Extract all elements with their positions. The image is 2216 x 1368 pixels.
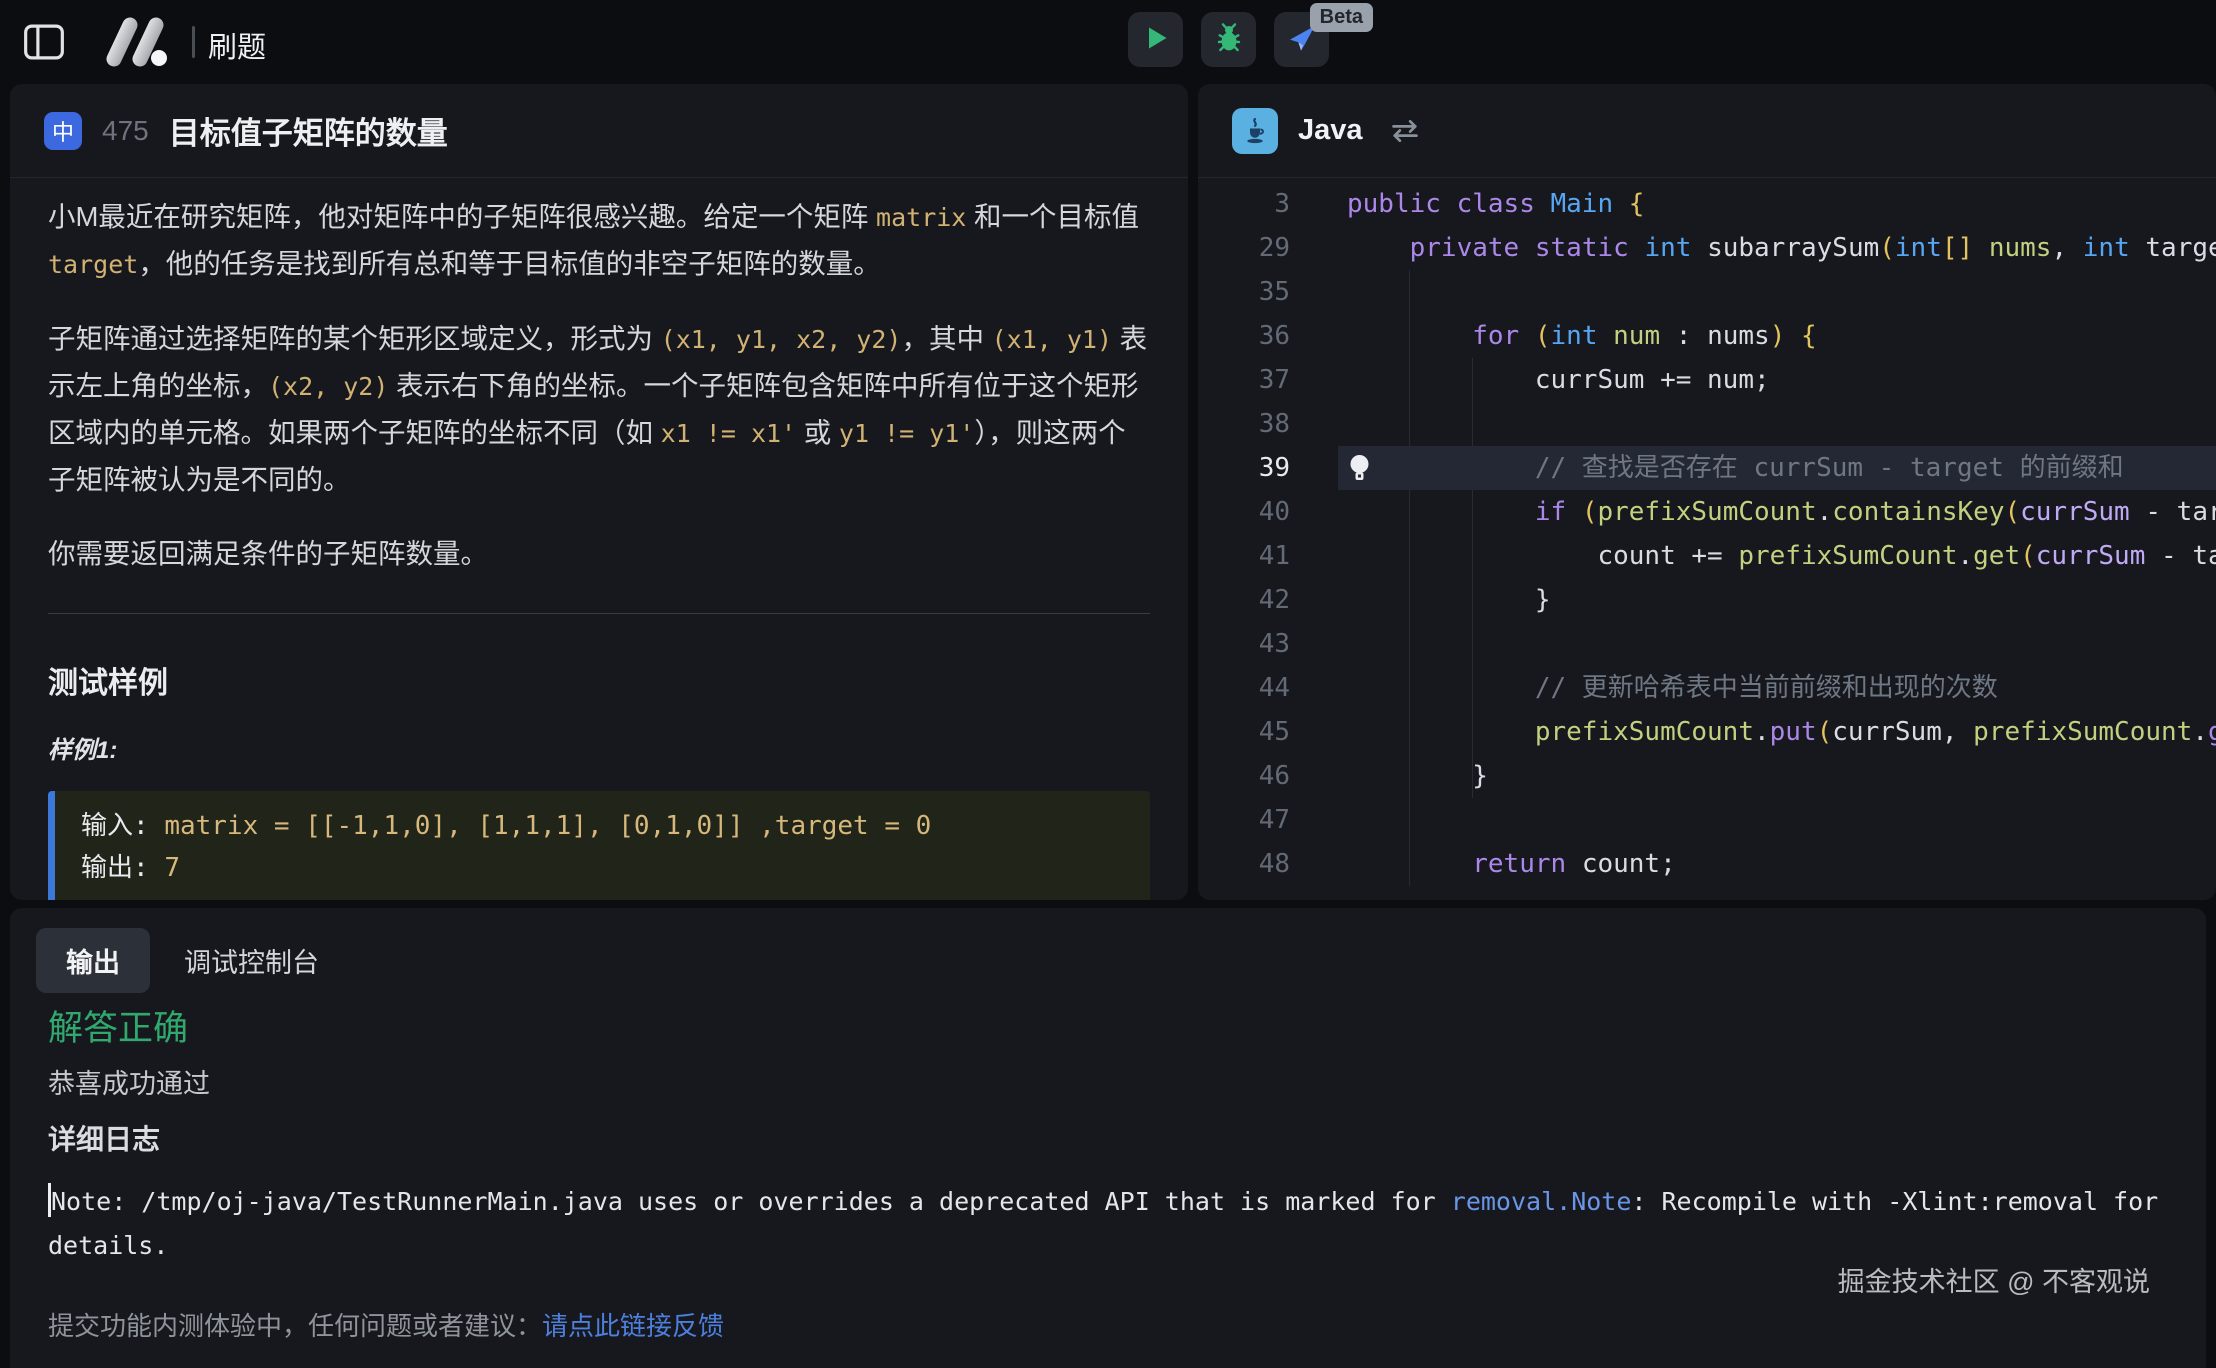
submit-button[interactable]: Beta bbox=[1274, 12, 1329, 67]
language-label: Java bbox=[1298, 114, 1363, 147]
java-language-icon bbox=[1232, 108, 1278, 154]
line-number: 43 bbox=[1198, 622, 1290, 666]
result-message: 恭喜成功通过 bbox=[48, 1062, 210, 1101]
app-title: 刷题 bbox=[208, 24, 266, 66]
code-text: count += prefixSumCount.get(currSum - ta… bbox=[1347, 534, 2216, 578]
problem-header: 中 475 目标值子矩阵的数量 bbox=[10, 84, 1188, 178]
example-code-block: 输入: matrix = [[-1,1,0], [1,1,1], [0,1,0]… bbox=[48, 791, 1150, 900]
problem-paragraph: 你需要返回满足条件的子矩阵数量。 bbox=[48, 531, 1150, 577]
result-status: 解答正确 bbox=[48, 1000, 188, 1051]
editor-header: Java bbox=[1198, 84, 2216, 178]
code-text: // 查找是否存在 currSum - target 的前缀和 bbox=[1347, 446, 2124, 490]
log-link[interactable]: removal.Note bbox=[1451, 1187, 1632, 1216]
input-value: matrix = [[-1,1,0], [1,1,1], [0,1,0]] ,t… bbox=[164, 811, 931, 841]
code-line[interactable]: 39 // 查找是否存在 currSum - target 的前缀和 bbox=[1198, 446, 2216, 490]
code-text: // 更新哈希表中当前前缀和出现的次数 bbox=[1347, 666, 1998, 710]
code-line[interactable]: 44 // 更新哈希表中当前前缀和出现的次数 bbox=[1198, 666, 2216, 710]
debug-button[interactable] bbox=[1201, 12, 1256, 67]
sidebar-toggle-icon[interactable] bbox=[22, 20, 66, 64]
line-number: 3 bbox=[1198, 182, 1290, 226]
code-line[interactable]: 48 return count; bbox=[1198, 842, 2216, 886]
line-number: 41 bbox=[1198, 534, 1290, 578]
log-area[interactable]: Note: /tmp/oj-java/TestRunnerMain.java u… bbox=[48, 1180, 2168, 1268]
code-line[interactable]: 45 prefixSumCount.put(currSum, prefixSum… bbox=[1198, 710, 2216, 754]
problem-paragraph: 子矩阵通过选择矩阵的某个矩形区域定义，形式为 (x1, y1, x2, y2)，… bbox=[48, 316, 1150, 503]
lightbulb-icon[interactable] bbox=[1348, 453, 1371, 498]
problem-title: 目标值子矩阵的数量 bbox=[169, 108, 448, 153]
line-number: 37 bbox=[1198, 358, 1290, 402]
input-label: 输入: bbox=[81, 811, 164, 841]
beta-badge: Beta bbox=[1310, 3, 1373, 32]
code-line[interactable]: 37 currSum += num; bbox=[1198, 358, 2216, 402]
output-label: 输出: bbox=[81, 853, 164, 883]
code-text: currSum += num; bbox=[1347, 358, 1770, 402]
feedback-text: 提交功能内测体验中，任何问题或者建议： bbox=[48, 1311, 542, 1341]
code-line[interactable]: 36 for (int num : nums) { bbox=[1198, 314, 2216, 358]
log-text: Note: /tmp/oj-java/TestRunnerMain.java u… bbox=[48, 1187, 2158, 1260]
output-value: 7 bbox=[164, 853, 180, 883]
line-number: 47 bbox=[1198, 798, 1290, 842]
line-number: 38 bbox=[1198, 402, 1290, 446]
problem-description[interactable]: 小M最近在研究矩阵，他对矩阵中的子矩阵很感兴趣。给定一个矩阵 matrix 和一… bbox=[10, 178, 1188, 900]
line-number: 29 bbox=[1198, 226, 1290, 270]
feedback-link[interactable]: 请点此链接反馈 bbox=[542, 1311, 724, 1341]
difficulty-badge: 中 bbox=[44, 112, 82, 150]
line-number: 40 bbox=[1198, 490, 1290, 534]
topbar-actions: Beta bbox=[1128, 12, 1329, 67]
code-text: return count; bbox=[1347, 842, 1676, 886]
code-text: } bbox=[1347, 578, 1551, 622]
code-text: } bbox=[1347, 754, 1488, 798]
tab-debug-console[interactable]: 调试控制台 bbox=[166, 928, 337, 993]
switch-language-icon[interactable] bbox=[1389, 118, 1421, 144]
code-text: if (prefixSumCount.containsKey(currSum -… bbox=[1347, 490, 2216, 534]
tab-output[interactable]: 输出 bbox=[36, 928, 150, 993]
editor-panel: Java 3public class Main {29 private stat… bbox=[1198, 84, 2216, 900]
line-number: 35 bbox=[1198, 270, 1290, 314]
section-divider bbox=[48, 613, 1150, 614]
code-line[interactable]: 43 bbox=[1198, 622, 2216, 666]
line-number: 39 bbox=[1198, 446, 1290, 490]
app-logo-icon[interactable] bbox=[100, 16, 176, 73]
logo-divider bbox=[192, 26, 195, 58]
code-editor[interactable]: 3public class Main {29 private static in… bbox=[1198, 178, 2216, 894]
example-label: 样例1: bbox=[48, 730, 1150, 765]
line-number: 42 bbox=[1198, 578, 1290, 622]
run-button[interactable] bbox=[1128, 12, 1183, 67]
play-icon bbox=[1142, 24, 1170, 55]
log-section-title: 详细日志 bbox=[48, 1118, 160, 1158]
line-number: 36 bbox=[1198, 314, 1290, 358]
editor-lines: 3public class Main {29 private static in… bbox=[1198, 182, 2216, 886]
code-line[interactable]: 46 } bbox=[1198, 754, 2216, 798]
code-text: prefixSumCount.put(currSum, prefixSumCou… bbox=[1347, 710, 2216, 754]
code-line[interactable]: 29 private static int subarraySum(int[] … bbox=[1198, 226, 2216, 270]
code-text: public class Main { bbox=[1347, 182, 1644, 226]
line-number: 48 bbox=[1198, 842, 1290, 886]
code-text: for (int num : nums) { bbox=[1347, 314, 1817, 358]
console-tabs: 输出 调试控制台 bbox=[36, 928, 337, 993]
code-line[interactable]: 3 public class Main { bbox=[1198, 182, 2216, 226]
example-output-line: 输出: 7 bbox=[81, 847, 1124, 889]
code-line[interactable]: 42 } bbox=[1198, 578, 2216, 622]
examples-section-title: 测试样例 bbox=[48, 658, 1150, 702]
problem-paragraph: 小M最近在研究矩阵，他对矩阵中的子矩阵很感兴趣。给定一个矩阵 matrix 和一… bbox=[48, 194, 1150, 288]
code-line[interactable]: 41 count += prefixSumCount.get(currSum -… bbox=[1198, 534, 2216, 578]
code-text: private static int subarraySum(int[] num… bbox=[1347, 226, 2216, 270]
console-panel: 输出 调试控制台 解答正确 恭喜成功通过 详细日志 Note: /tmp/oj-… bbox=[10, 908, 2206, 1368]
bug-icon bbox=[1213, 22, 1245, 57]
line-number: 44 bbox=[1198, 666, 1290, 710]
line-number: 45 bbox=[1198, 710, 1290, 754]
topbar: 刷题 Beta bbox=[0, 0, 2216, 84]
problem-panel: 中 475 目标值子矩阵的数量 小M最近在研究矩阵，他对矩阵中的子矩阵很感兴趣。… bbox=[10, 84, 1188, 900]
community-watermark: 掘金技术社区 @ 不客观说 bbox=[1838, 1260, 2150, 1299]
code-line[interactable]: 35 bbox=[1198, 270, 2216, 314]
code-line[interactable]: 38 bbox=[1198, 402, 2216, 446]
line-number: 46 bbox=[1198, 754, 1290, 798]
problem-id: 475 bbox=[102, 115, 149, 147]
example-input-line: 输入: matrix = [[-1,1,0], [1,1,1], [0,1,0]… bbox=[81, 805, 1124, 847]
feedback-note: 提交功能内测体验中，任何问题或者建议：请点此链接反馈 bbox=[48, 1306, 724, 1343]
problem-paragraphs: 小M最近在研究矩阵，他对矩阵中的子矩阵很感兴趣。给定一个矩阵 matrix 和一… bbox=[48, 194, 1150, 577]
code-line[interactable]: 47 bbox=[1198, 798, 2216, 842]
